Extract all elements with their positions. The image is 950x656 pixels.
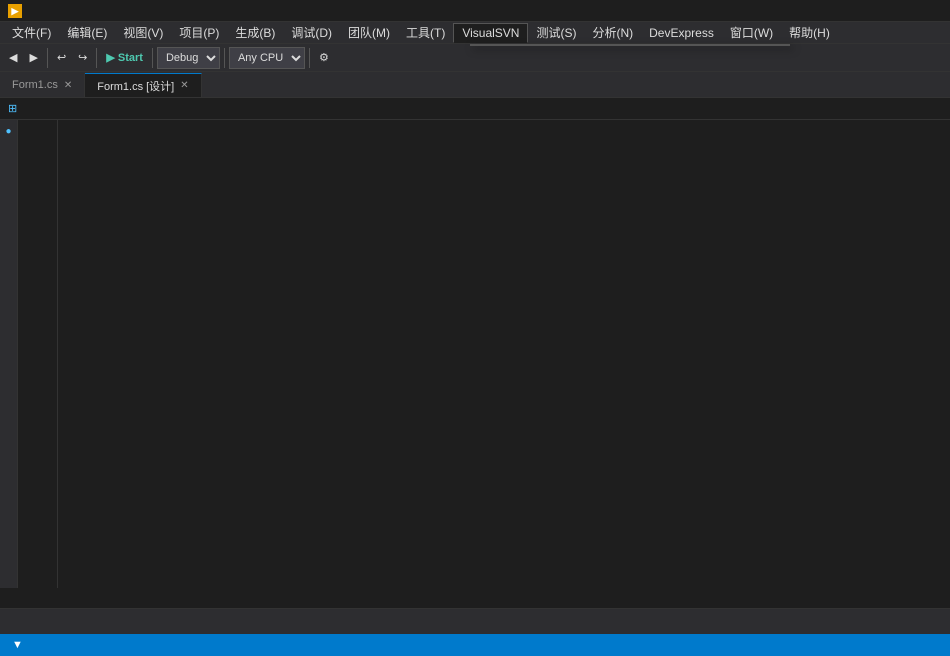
menu-item-build[interactable]: 生成(B) [227, 22, 283, 43]
tab-form1designer-close[interactable]: ✕ [180, 80, 188, 91]
title-bar: ▶ [0, 0, 950, 22]
tab-form1cs-label: Form1.cs [12, 79, 58, 91]
menu-item-file[interactable]: 文件(F) [4, 22, 59, 43]
menu-item-visualsvn[interactable]: VisualSVN [453, 23, 528, 43]
toolbar-redo[interactable]: ↪ [73, 47, 92, 69]
tab-form1cs[interactable]: Form1.cs ✕ [0, 73, 85, 97]
toolbar-separator-5 [309, 48, 310, 68]
left-sidebar: ● [0, 120, 18, 630]
status-bar: ▼ [0, 634, 950, 656]
menu-item-edit[interactable]: 编辑(E) [59, 22, 115, 43]
tab-form1designer-label: Form1.cs [设计] [97, 78, 174, 94]
menu-bar: 文件(F)编辑(E)视图(V)项目(P)生成(B)调试(D)团队(M)工具(T)… [0, 22, 950, 44]
toolbar-start-debug[interactable]: ▶ Start [101, 47, 148, 69]
toolbar-undo[interactable]: ↩ [52, 47, 71, 69]
menu-item-tools[interactable]: 工具(T) [398, 22, 453, 43]
tab-form1cs-close[interactable]: ✕ [64, 80, 72, 91]
toolbar-separator-4 [224, 48, 225, 68]
menu-item-help[interactable]: 帮助(H) [781, 22, 838, 43]
debug-config-select[interactable]: Debug [157, 47, 220, 69]
output-content [0, 588, 950, 608]
output-bar [0, 608, 950, 634]
menu-item-team[interactable]: 团队(M) [340, 22, 398, 43]
breadcrumb-icon: ⊞ [8, 102, 17, 115]
tab-bar: Form1.cs ✕ Form1.cs [设计] ✕ [0, 72, 950, 98]
dropdown-menu [470, 44, 790, 46]
zoom-arrow: ▼ [12, 639, 23, 651]
code-content[interactable] [58, 120, 950, 630]
toolbar-separator-1 [47, 48, 48, 68]
line-numbers [18, 120, 58, 630]
status-zoom: ▼ [8, 639, 23, 651]
toolbar-back[interactable]: ◀ [4, 47, 22, 69]
toolbar-separator-3 [152, 48, 153, 68]
menu-item-view[interactable]: 视图(V) [115, 22, 171, 43]
menu-item-project[interactable]: 项目(P) [171, 22, 227, 43]
platform-select[interactable]: Any CPU [229, 47, 305, 69]
code-editor[interactable] [18, 120, 950, 630]
toolbar-forward[interactable]: ▶ [24, 47, 42, 69]
tab-form1designer[interactable]: Form1.cs [设计] ✕ [85, 73, 201, 97]
app-icon: ▶ [8, 4, 22, 18]
editor-area: ● [0, 120, 950, 630]
menu-item-devexpress[interactable]: DevExpress [641, 24, 722, 42]
toolbar: ◀ ▶ ↩ ↪ ▶ Start Debug Any CPU ⚙ [0, 44, 950, 72]
menu-item-debug[interactable]: 调试(D) [283, 22, 340, 43]
menu-item-test[interactable]: 测试(S) [528, 22, 584, 43]
breadcrumb: ⊞ [0, 98, 950, 120]
sidebar-icon-1: ● [2, 124, 16, 138]
menu-item-analyze[interactable]: 分析(N) [584, 22, 641, 43]
toolbar-ext[interactable]: ⚙ [314, 47, 334, 69]
toolbar-separator-2 [96, 48, 97, 68]
menu-item-window[interactable]: 窗口(W) [722, 22, 781, 43]
